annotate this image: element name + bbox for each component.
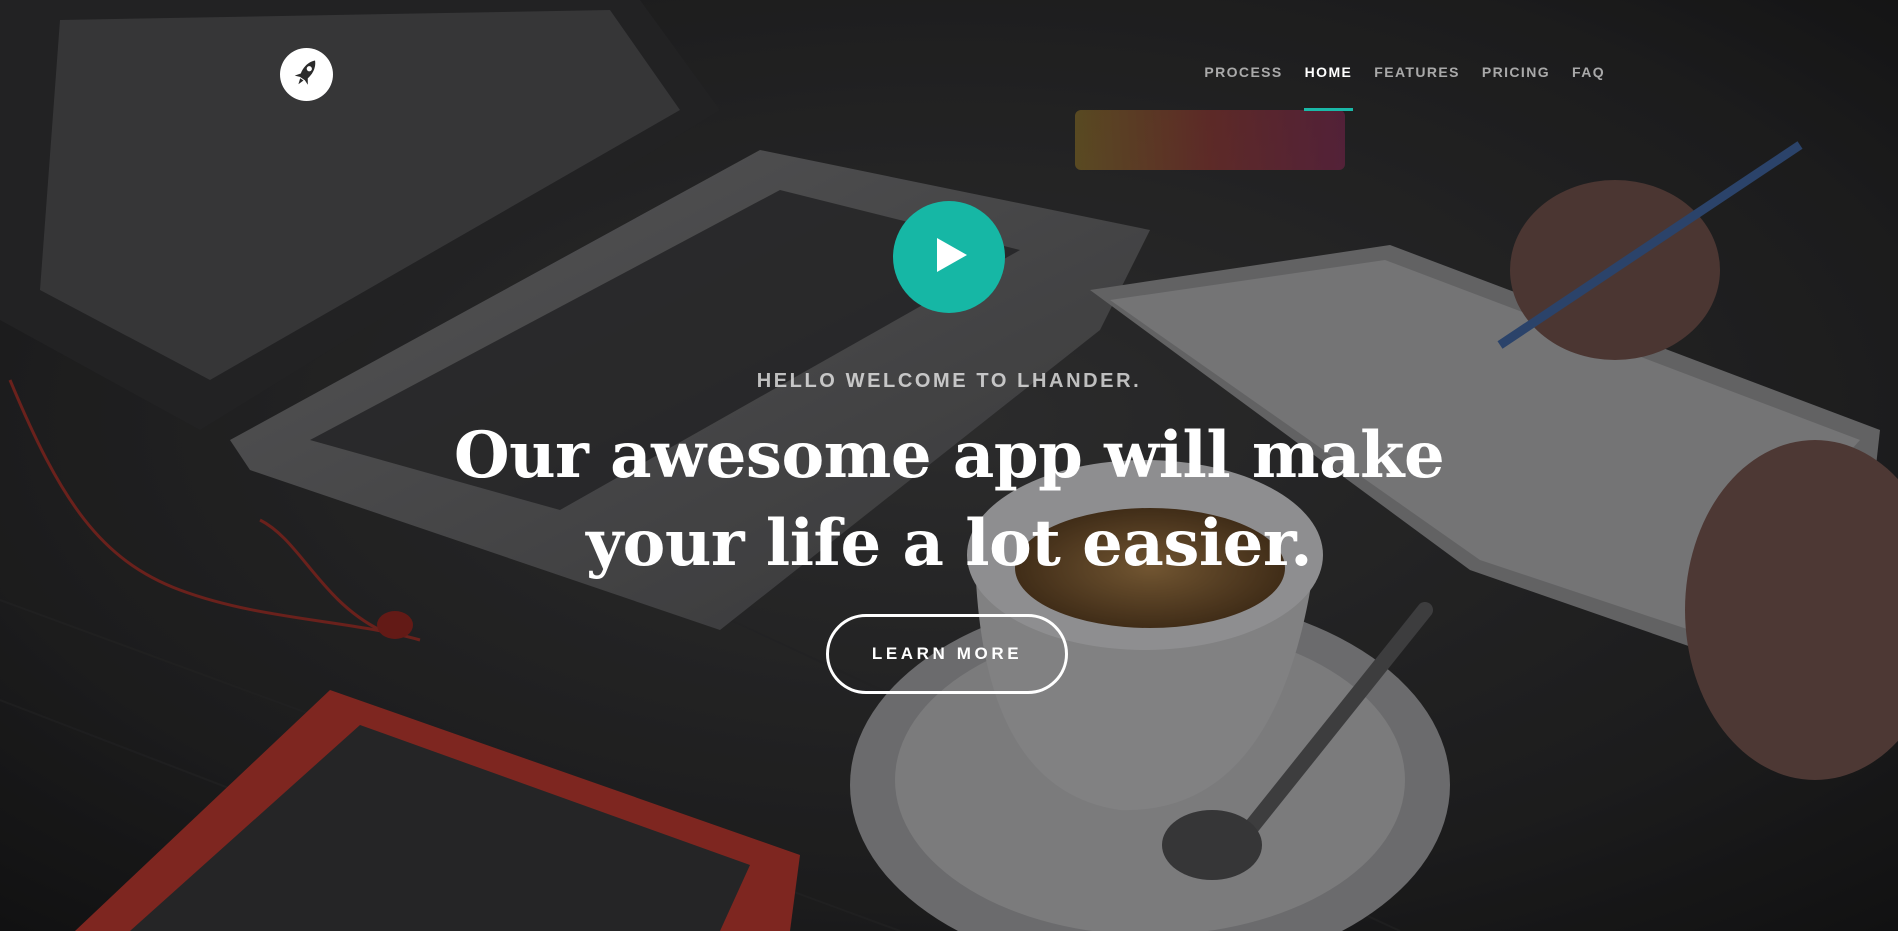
nav-item-label: FEATURES — [1374, 64, 1460, 80]
nav-item-label: FAQ — [1572, 64, 1605, 80]
nav-item-process[interactable]: PROCESS — [1193, 62, 1293, 82]
rocket-icon — [293, 56, 321, 93]
nav-item-label: HOME — [1304, 64, 1353, 80]
headline-line-2: your life a lot easier. — [585, 506, 1313, 581]
hero-eyebrow: HELLO WELCOME TO LHANDER. — [756, 370, 1142, 392]
rocket-logo[interactable] — [280, 48, 333, 101]
main-nav: PROCESS HOME FEATURES PRICING FAQ — [1193, 62, 1616, 111]
nav-item-faq[interactable]: FAQ — [1561, 62, 1616, 82]
play-video-button[interactable] — [893, 201, 1005, 313]
nav-active-indicator — [1303, 108, 1354, 111]
headline-line-1: Our awesome app will make — [453, 418, 1445, 493]
learn-more-button[interactable]: LEARN MORE — [826, 614, 1068, 694]
nav-item-label: PRICING — [1481, 64, 1551, 80]
nav-item-home[interactable]: HOME — [1294, 62, 1364, 111]
play-icon — [929, 235, 969, 280]
nav-item-features[interactable]: FEATURES — [1363, 62, 1471, 82]
nav-item-pricing[interactable]: PRICING — [1471, 62, 1561, 82]
hero-section: PROCESS HOME FEATURES PRICING FAQ HELLO … — [0, 0, 1898, 931]
hero-headline: Our awesome app will make your life a lo… — [399, 412, 1499, 588]
nav-item-label: PROCESS — [1204, 64, 1283, 80]
